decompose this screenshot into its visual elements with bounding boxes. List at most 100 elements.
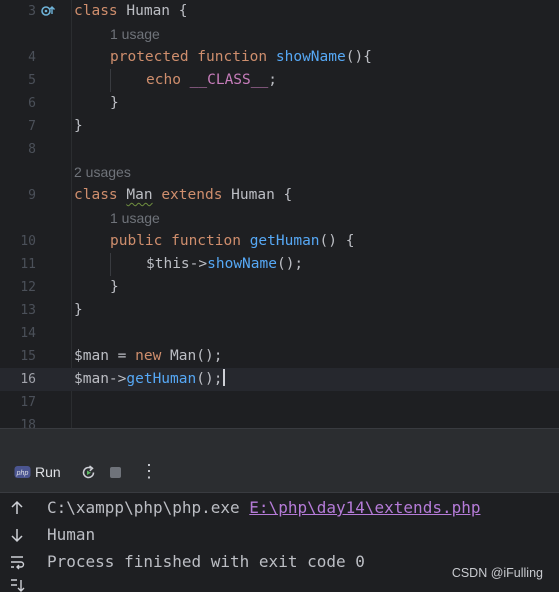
rerun-icon[interactable] [80,464,97,481]
indent-guide [110,253,111,276]
code-line[interactable]: 6} [0,92,559,115]
code-line[interactable]: 10 public function getHuman() { [0,230,559,253]
line-number: 17 [20,395,36,410]
code-text: } [110,92,119,115]
code-line[interactable]: 11 $this->showName(); [0,253,559,276]
php-executable-path: C:\xampp\php\php.exe [47,498,240,517]
line-number: 8 [28,142,36,157]
code-token: Man [126,187,153,203]
line-number: 9 [28,188,36,203]
code-text: protected function showName(){ [110,46,372,69]
code-line[interactable]: 15 $man = new Man(); [0,345,559,368]
code-token: } [110,95,119,111]
code-line[interactable]: 3 class Human { [0,0,559,23]
code-token: getHuman [126,371,197,387]
scroll-to-end-icon[interactable] [8,577,26,592]
command-line: C:\xampp\php\php.exe E:\php\day14\extend… [47,494,480,521]
line-number: 3 [28,4,36,19]
text-caret [223,369,226,386]
run-tab-label[interactable]: Run [35,452,61,492]
line-number: 10 [20,234,36,249]
line-number: 6 [28,96,36,111]
code-token: class [74,187,127,203]
program-output: Human [47,525,96,544]
code-token: } [74,118,83,134]
code-token: extends [152,187,232,203]
usage-hint-row[interactable]: 2 usages [0,161,559,184]
php-icon: php [14,466,31,478]
line-number: 7 [28,119,36,134]
code-token: -> [189,256,208,272]
line-number: 18 [20,418,36,428]
code-line[interactable]: 14 [0,322,559,345]
code-token: showName [275,49,346,65]
code-token: Human [126,3,171,19]
code-token: Man [170,348,197,364]
arrow-down-icon[interactable] [8,526,26,544]
code-line[interactable]: 7} [0,115,559,138]
code-text: } [110,276,119,299]
line-number: 4 [28,50,36,65]
code-line[interactable]: 4 protected function showName(){ [0,46,559,69]
code-token: () { [319,233,355,249]
code-token: (); [276,256,304,272]
code-line[interactable]: 13} [0,299,559,322]
code-token: echo [146,72,190,88]
stop-icon[interactable] [110,467,121,478]
usages-inlay-hint[interactable]: 2 usages [74,161,131,184]
indent-guide [110,69,111,92]
code-line[interactable]: 18 [0,414,559,428]
code-line[interactable]: 9 class Man extends Human { [0,184,559,207]
code-token: new [135,348,171,364]
code-token: protected function [110,49,276,65]
usage-hint-row[interactable]: 1 usage [0,23,559,46]
code-text: $man->getHuman(); [74,368,226,391]
usages-inlay-hint[interactable]: 1 usage [110,23,160,46]
code-text: class Man extends Human { [74,184,292,207]
code-text: echo __CLASS__; [146,69,277,92]
code-token: } [110,279,119,295]
line-number: 16 [20,372,36,387]
exit-message: Process finished with exit code 0 [47,552,365,571]
script-path-link[interactable]: E:\php\day14\extends.php [249,498,480,517]
svg-text:php: php [16,470,29,477]
code-token: showName [207,256,277,272]
code-line[interactable]: 17 [0,391,559,414]
run-console[interactable]: C:\xampp\php\php.exe E:\php\day14\extend… [0,493,559,592]
code-token: class [74,3,127,19]
code-line[interactable]: 16 $man->getHuman(); [0,368,559,391]
arrow-up-icon[interactable] [8,499,26,517]
code-text: } [74,115,83,138]
code-line[interactable]: 12} [0,276,559,299]
code-text: class Human { [74,0,188,23]
code-text: $man = new Man(); [74,345,222,368]
code-token: { [274,187,293,203]
usage-hint-row[interactable]: 1 usage [0,207,559,230]
code-text: $this->showName(); [146,253,303,276]
code-token: getHuman [249,233,320,249]
code-token: { [170,3,188,19]
watermark: CSDN @iFulling [451,566,543,580]
line-number: 13 [20,303,36,318]
soft-wrap-icon[interactable] [8,553,26,571]
code-token: Human [231,187,275,203]
line-number: 14 [20,326,36,341]
code-text: } [74,299,83,322]
code-token: (); [196,371,223,387]
code-editor[interactable]: 3 class Human {1 usage 4 protected function… [0,0,559,428]
line-number: 11 [20,257,36,272]
code-token: ; [268,72,277,88]
code-token: } [74,302,83,318]
code-token: public function [110,233,250,249]
code-token: (); [196,348,223,364]
panel-divider[interactable] [0,428,559,453]
code-line[interactable]: 5 echo __CLASS__; [0,69,559,92]
code-token: $this [146,256,190,272]
code-token: $man [74,371,109,387]
more-options-icon[interactable]: ⋮ [140,452,158,490]
line-number: 12 [20,280,36,295]
code-text: public function getHuman() { [110,230,354,253]
usages-inlay-hint[interactable]: 1 usage [110,207,160,230]
code-line[interactable]: 8 [0,138,559,161]
code-token: -> [108,371,127,387]
